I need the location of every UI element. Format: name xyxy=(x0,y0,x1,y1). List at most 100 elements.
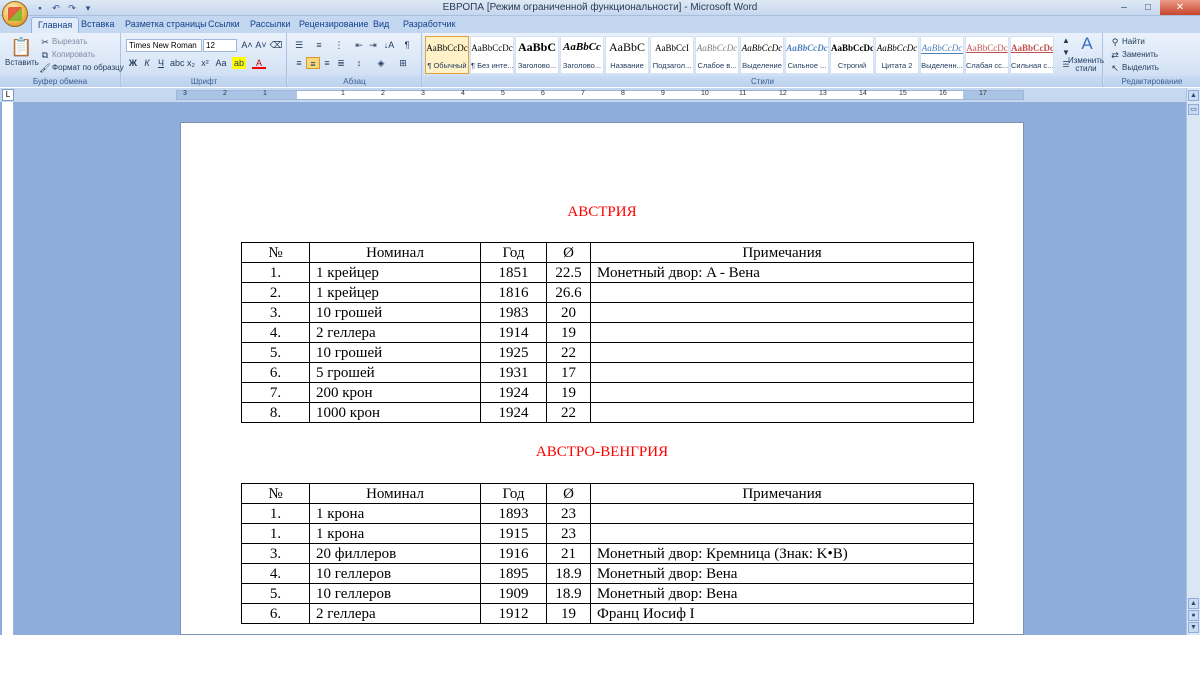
tab-selector-icon[interactable]: L xyxy=(2,89,14,101)
style-strong[interactable]: AaBbCcDc Строгий xyxy=(830,36,874,74)
browse-object-icon[interactable]: ● xyxy=(1188,610,1199,621)
style-title[interactable]: AaBbC Название xyxy=(605,36,649,74)
style-intense-quote[interactable]: AaBbCcDc Выделенн... xyxy=(920,36,964,74)
horizontal-ruler[interactable]: 3 2 1 1 2 3 4 5 6 7 8 9 10 11 12 13 14 1… xyxy=(176,90,1024,100)
style-name: ¶ Без инте... xyxy=(471,61,513,70)
shading-icon[interactable]: ◈ xyxy=(374,57,388,69)
paste-icon[interactable]: 📋 xyxy=(10,36,32,58)
cell-year: 1924 xyxy=(480,402,547,423)
copy-button[interactable]: Копировать xyxy=(52,50,95,59)
tab-developer[interactable]: Разработчик xyxy=(403,17,455,33)
format-painter-icon[interactable]: 🖌 xyxy=(38,62,52,74)
maximize-icon[interactable]: □ xyxy=(1136,0,1160,15)
italic-button[interactable]: К xyxy=(140,57,154,69)
austria-hungary-coins-table[interactable]: № Номинал Год Ø Примечания 1. 1 крона 18… xyxy=(241,483,974,624)
show-marks-icon[interactable]: ¶ xyxy=(400,39,414,51)
style-no-spacing[interactable]: AaBbCcDc ¶ Без инте... xyxy=(470,36,514,74)
prev-page-icon[interactable]: ▲ xyxy=(1188,598,1199,609)
change-styles-button[interactable]: Изменить стили xyxy=(1068,57,1104,73)
superscript-icon[interactable]: x² xyxy=(198,57,212,69)
style-heading-2[interactable]: AaBbCc Заголово... xyxy=(560,36,604,74)
change-case-icon[interactable]: Aa xyxy=(214,57,228,69)
borders-icon[interactable]: ⊞ xyxy=(396,57,410,69)
increase-indent-icon[interactable]: ⇥ xyxy=(366,39,380,51)
cell-denomination: 200 крон xyxy=(309,382,481,403)
cut-icon[interactable]: ✂ xyxy=(38,36,52,48)
style-sample: AaBbCcDc xyxy=(426,43,468,53)
align-right-icon[interactable]: ≡ xyxy=(320,57,334,69)
scroll-up-icon[interactable]: ▲ xyxy=(1188,90,1199,101)
replace-button[interactable]: Заменить xyxy=(1122,50,1158,59)
cell-notes: Монетный двор: Кремница (Знак: K•B) xyxy=(590,543,974,564)
multilevel-list-icon[interactable]: ⋮ xyxy=(332,39,346,51)
ruler-number: 14 xyxy=(859,90,867,97)
style-intense-emphasis[interactable]: AaBbCcDc Сильное ... xyxy=(785,36,829,74)
clear-formatting-icon[interactable]: ⌫ xyxy=(269,39,283,51)
subscript-icon[interactable]: x₂ xyxy=(184,57,198,69)
minimize-icon[interactable]: – xyxy=(1112,0,1136,15)
tab-home[interactable]: Главная xyxy=(31,17,80,33)
underline-button[interactable]: Ч xyxy=(154,57,168,69)
style-emphasis[interactable]: AaBbCcDc Выделение xyxy=(740,36,784,74)
tab-review[interactable]: Рецензирование xyxy=(299,17,369,33)
styles-scroll-up-icon[interactable]: ▲ xyxy=(1060,35,1072,47)
sort-icon[interactable]: ↓A xyxy=(382,39,396,51)
justify-icon[interactable]: ≣ xyxy=(334,57,348,69)
align-center-icon[interactable]: ≡ xyxy=(306,57,320,69)
style-quote[interactable]: AaBbCcDc Цитата 2 xyxy=(875,36,919,74)
section-title-austria-hungary: АВСТРО-ВЕНГРИЯ xyxy=(535,444,669,460)
document-page[interactable]: АВСТРИЯ № Номинал Год Ø Примечания 1. 1 … xyxy=(180,122,1024,635)
binoculars-icon[interactable]: ⚲ xyxy=(1108,36,1122,48)
align-left-icon[interactable]: ≡ xyxy=(292,57,306,69)
clipboard-group-label: Буфер обмена xyxy=(0,76,120,87)
replace-icon[interactable]: ⇄ xyxy=(1108,49,1122,61)
cell-number: 5. xyxy=(241,342,310,363)
numbering-icon[interactable]: ≡ xyxy=(312,39,326,51)
bold-button[interactable]: Ж xyxy=(126,57,140,69)
cell-notes xyxy=(590,302,974,323)
cell-diameter: 22 xyxy=(546,342,591,363)
tab-insert[interactable]: Вставка xyxy=(81,17,114,33)
cell-denomination: 1 крона xyxy=(309,523,481,544)
find-button[interactable]: Найти xyxy=(1122,37,1145,46)
cell-denomination: 2 геллера xyxy=(309,322,481,343)
font-name-input[interactable]: Times New Roman xyxy=(126,39,202,52)
tab-references[interactable]: Ссылки xyxy=(208,17,240,33)
cell-year: 1851 xyxy=(480,262,547,283)
style-normal[interactable]: AaBbCcDc ¶ Обычный xyxy=(425,36,469,74)
ribbon-tabs: Главная Вставка Разметка страницы Ссылки… xyxy=(0,16,1200,33)
tab-view[interactable]: Вид xyxy=(373,17,389,33)
style-heading-1[interactable]: AaBbC Заголово... xyxy=(515,36,559,74)
paste-button[interactable]: Вставить xyxy=(5,58,39,67)
decrease-indent-icon[interactable]: ⇤ xyxy=(352,39,366,51)
cut-button[interactable]: Вырезать xyxy=(52,37,88,46)
next-page-icon[interactable]: ▼ xyxy=(1188,622,1199,633)
ruler-toggle-icon[interactable]: ▭ xyxy=(1188,104,1199,115)
format-painter-button[interactable]: Формат по образцу xyxy=(52,63,124,72)
style-subtle-emphasis[interactable]: AaBbCcDc Слабое в... xyxy=(695,36,739,74)
close-icon[interactable]: ✕ xyxy=(1160,0,1200,15)
table-row: 7. 200 крон 1924 19 xyxy=(241,382,974,403)
vertical-scrollbar[interactable]: ▲ ▭ ▲ ● ▼ xyxy=(1186,88,1200,635)
font-color-icon[interactable]: A xyxy=(252,57,266,69)
shrink-font-icon[interactable]: A˅ xyxy=(254,39,268,51)
grow-font-icon[interactable]: A˄ xyxy=(240,39,254,51)
style-intense-reference[interactable]: AaBbCcDc Сильная с... xyxy=(1010,36,1054,74)
line-spacing-icon[interactable]: ↕ xyxy=(352,57,366,69)
bullets-icon[interactable]: ☰ xyxy=(292,39,306,51)
vertical-ruler[interactable] xyxy=(2,102,14,635)
austria-coins-table[interactable]: № Номинал Год Ø Примечания 1. 1 крейцер … xyxy=(241,242,974,423)
select-button[interactable]: Выделить xyxy=(1122,63,1159,72)
change-styles-icon[interactable]: A xyxy=(1076,35,1098,53)
tab-mailings[interactable]: Рассылки xyxy=(250,17,290,33)
style-sample: AaBbCcI xyxy=(655,43,689,53)
font-size-input[interactable]: 12 xyxy=(203,39,237,52)
style-subtitle[interactable]: AaBbCcI Подзагол... xyxy=(650,36,694,74)
style-subtle-reference[interactable]: AaBbCcDc Слабая сс... xyxy=(965,36,1009,74)
strikethrough-icon[interactable]: abc xyxy=(170,57,185,69)
highlight-icon[interactable]: ab xyxy=(232,57,246,69)
office-button[interactable] xyxy=(2,1,28,27)
tab-page-layout[interactable]: Разметка страницы xyxy=(125,17,207,33)
copy-icon[interactable]: ⧉ xyxy=(38,49,52,61)
select-icon[interactable]: ↖ xyxy=(1108,62,1122,74)
